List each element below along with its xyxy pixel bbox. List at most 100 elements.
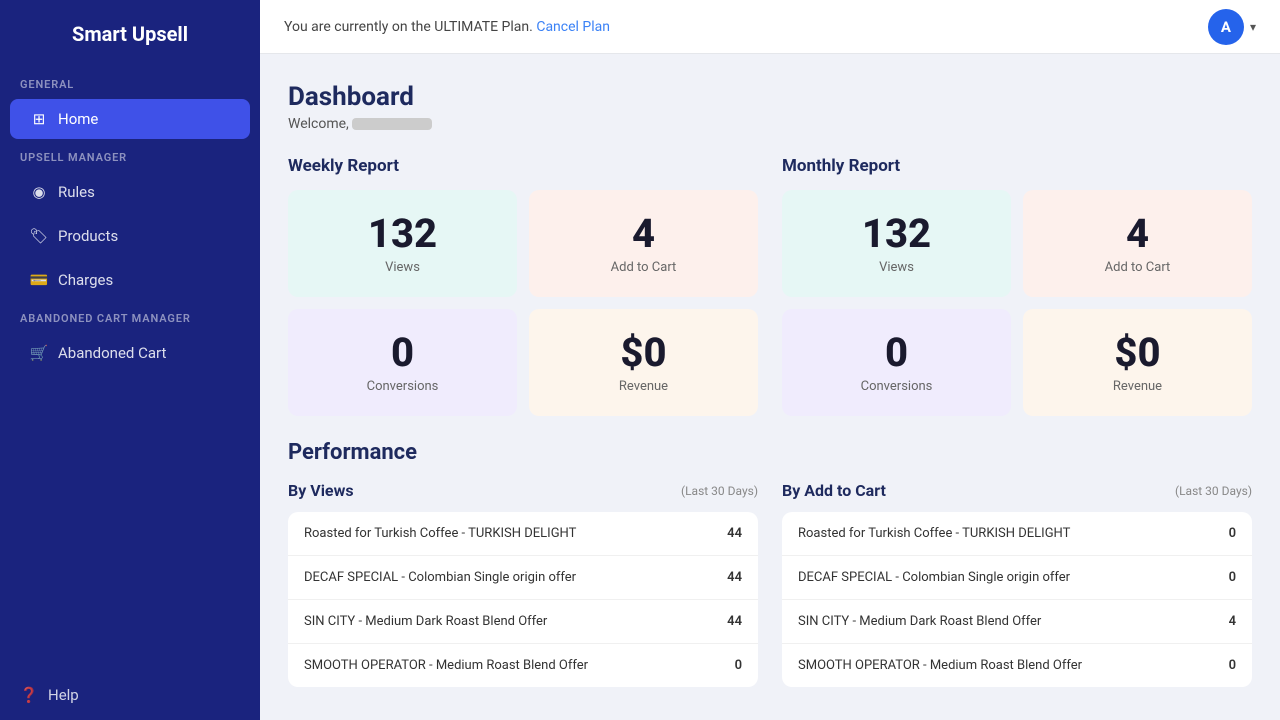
by-add-to-cart-table: Roasted for Turkish Coffee - TURKISH DEL… bbox=[782, 512, 1252, 687]
weekly-stats-grid: 132 Views 4 Add to Cart 0 Conversions $0… bbox=[288, 190, 758, 416]
table-row: SMOOTH OPERATOR - Medium Roast Blend Off… bbox=[782, 644, 1252, 687]
cancel-plan-link[interactable]: Cancel Plan bbox=[536, 19, 610, 35]
row-value: 0 bbox=[1229, 526, 1236, 541]
weekly-views-label: Views bbox=[385, 260, 420, 275]
weekly-revenue-card: $0 Revenue bbox=[529, 309, 758, 416]
table-row: SIN CITY - Medium Dark Roast Blend Offer… bbox=[782, 600, 1252, 644]
app-title: Smart Upsell bbox=[0, 0, 260, 68]
row-value: 44 bbox=[727, 526, 742, 541]
reports-row: Weekly Report 132 Views 4 Add to Cart 0 … bbox=[288, 156, 1252, 416]
table-row: DECAF SPECIAL - Colombian Single origin … bbox=[288, 556, 758, 600]
rules-icon: ◉ bbox=[30, 183, 48, 201]
row-name: SIN CITY - Medium Dark Roast Blend Offer bbox=[798, 614, 1213, 629]
monthly-revenue-label: Revenue bbox=[1113, 379, 1162, 394]
by-add-to-cart-header: By Add to Cart (Last 30 Days) bbox=[782, 481, 1252, 500]
avatar-chevron-icon[interactable]: ▾ bbox=[1250, 20, 1256, 34]
charges-icon: 💳 bbox=[30, 271, 48, 289]
sidebar-section-abandoned: ABANDONED CART MANAGER bbox=[0, 302, 260, 331]
welcome-text: Welcome, bbox=[288, 116, 1252, 132]
monthly-views-card: 132 Views bbox=[782, 190, 1011, 297]
monthly-add-to-cart-number: 4 bbox=[1126, 212, 1149, 256]
row-name: SMOOTH OPERATOR - Medium Roast Blend Off… bbox=[798, 658, 1213, 673]
welcome-label: Welcome, bbox=[288, 116, 349, 132]
monthly-conversions-number: 0 bbox=[885, 331, 908, 375]
weekly-report-title: Weekly Report bbox=[288, 156, 758, 176]
by-add-to-cart-title: By Add to Cart bbox=[782, 481, 886, 500]
monthly-conversions-label: Conversions bbox=[861, 379, 933, 394]
sidebar-home-label: Home bbox=[58, 110, 98, 128]
row-value: 0 bbox=[1229, 658, 1236, 673]
table-row: SMOOTH OPERATOR - Medium Roast Blend Off… bbox=[288, 644, 758, 687]
weekly-revenue-label: Revenue bbox=[619, 379, 668, 394]
sidebar-charges-label: Charges bbox=[58, 271, 113, 289]
abandoned-cart-icon: 🛒 bbox=[30, 344, 48, 362]
weekly-views-card: 132 Views bbox=[288, 190, 517, 297]
sidebar-item-products[interactable]: 🏷 Products bbox=[10, 216, 250, 256]
row-name: DECAF SPECIAL - Colombian Single origin … bbox=[798, 570, 1213, 585]
row-value: 44 bbox=[727, 614, 742, 629]
monthly-views-number: 132 bbox=[862, 212, 931, 256]
monthly-views-label: Views bbox=[879, 260, 914, 275]
sidebar-products-label: Products bbox=[58, 227, 118, 245]
by-views-period: (Last 30 Days) bbox=[681, 484, 758, 498]
sidebar-item-rules[interactable]: ◉ Rules bbox=[10, 172, 250, 212]
by-views-section: By Views (Last 30 Days) Roasted for Turk… bbox=[288, 481, 758, 687]
weekly-revenue-number: $0 bbox=[620, 331, 666, 375]
weekly-views-number: 132 bbox=[368, 212, 437, 256]
by-views-header: By Views (Last 30 Days) bbox=[288, 481, 758, 500]
weekly-report: Weekly Report 132 Views 4 Add to Cart 0 … bbox=[288, 156, 758, 416]
row-value: 0 bbox=[1229, 570, 1236, 585]
monthly-report-title: Monthly Report bbox=[782, 156, 1252, 176]
main-content: You are currently on the ULTIMATE Plan. … bbox=[260, 0, 1280, 720]
help-icon: ❓ bbox=[20, 686, 38, 704]
by-views-table: Roasted for Turkish Coffee - TURKISH DEL… bbox=[288, 512, 758, 687]
topbar: You are currently on the ULTIMATE Plan. … bbox=[260, 0, 1280, 54]
sidebar: Smart Upsell GENERAL ⊞ Home UPSELL MANAG… bbox=[0, 0, 260, 720]
weekly-conversions-label: Conversions bbox=[367, 379, 439, 394]
row-value: 44 bbox=[727, 570, 742, 585]
plan-message: You are currently on the ULTIMATE Plan. … bbox=[284, 19, 610, 35]
monthly-conversions-card: 0 Conversions bbox=[782, 309, 1011, 416]
weekly-add-to-cart-label: Add to Cart bbox=[611, 260, 677, 275]
page-title: Dashboard bbox=[288, 82, 1252, 112]
table-row: Roasted for Turkish Coffee - TURKISH DEL… bbox=[782, 512, 1252, 556]
row-name: SIN CITY - Medium Dark Roast Blend Offer bbox=[304, 614, 711, 629]
table-row: SIN CITY - Medium Dark Roast Blend Offer… bbox=[288, 600, 758, 644]
row-value: 4 bbox=[1229, 614, 1236, 629]
row-name: Roasted for Turkish Coffee - TURKISH DEL… bbox=[304, 526, 711, 541]
by-add-to-cart-period: (Last 30 Days) bbox=[1175, 484, 1252, 498]
dashboard-content: Dashboard Welcome, Weekly Report 132 Vie… bbox=[260, 54, 1280, 720]
monthly-revenue-card: $0 Revenue bbox=[1023, 309, 1252, 416]
performance-grid: By Views (Last 30 Days) Roasted for Turk… bbox=[288, 481, 1252, 687]
topbar-right: A ▾ bbox=[1208, 9, 1256, 45]
user-avatar[interactable]: A bbox=[1208, 9, 1244, 45]
sidebar-item-home[interactable]: ⊞ Home bbox=[10, 99, 250, 139]
help-button[interactable]: ❓ Help bbox=[0, 670, 260, 720]
by-views-title: By Views bbox=[288, 481, 354, 500]
username-blur bbox=[352, 118, 432, 130]
sidebar-section-general: GENERAL bbox=[0, 68, 260, 97]
performance-title: Performance bbox=[288, 440, 1252, 465]
sidebar-section-upsell: UPSELL MANAGER bbox=[0, 141, 260, 170]
weekly-add-to-cart-card: 4 Add to Cart bbox=[529, 190, 758, 297]
sidebar-item-abandoned-cart[interactable]: 🛒 Abandoned Cart bbox=[10, 333, 250, 373]
sidebar-item-charges[interactable]: 💳 Charges bbox=[10, 260, 250, 300]
row-value: 0 bbox=[735, 658, 742, 673]
monthly-add-to-cart-card: 4 Add to Cart bbox=[1023, 190, 1252, 297]
weekly-conversions-card: 0 Conversions bbox=[288, 309, 517, 416]
weekly-conversions-number: 0 bbox=[391, 331, 414, 375]
weekly-add-to-cart-number: 4 bbox=[632, 212, 655, 256]
home-icon: ⊞ bbox=[30, 110, 48, 128]
monthly-revenue-number: $0 bbox=[1114, 331, 1160, 375]
plan-text: You are currently on the ULTIMATE Plan. bbox=[284, 19, 533, 35]
row-name: SMOOTH OPERATOR - Medium Roast Blend Off… bbox=[304, 658, 719, 673]
sidebar-abandoned-cart-label: Abandoned Cart bbox=[58, 344, 166, 362]
row-name: Roasted for Turkish Coffee - TURKISH DEL… bbox=[798, 526, 1213, 541]
monthly-stats-grid: 132 Views 4 Add to Cart 0 Conversions $0… bbox=[782, 190, 1252, 416]
table-row: DECAF SPECIAL - Colombian Single origin … bbox=[782, 556, 1252, 600]
monthly-add-to-cart-label: Add to Cart bbox=[1105, 260, 1171, 275]
row-name: DECAF SPECIAL - Colombian Single origin … bbox=[304, 570, 711, 585]
sidebar-help-label: Help bbox=[48, 686, 79, 704]
monthly-report: Monthly Report 132 Views 4 Add to Cart 0… bbox=[782, 156, 1252, 416]
products-icon: 🏷 bbox=[30, 227, 48, 245]
